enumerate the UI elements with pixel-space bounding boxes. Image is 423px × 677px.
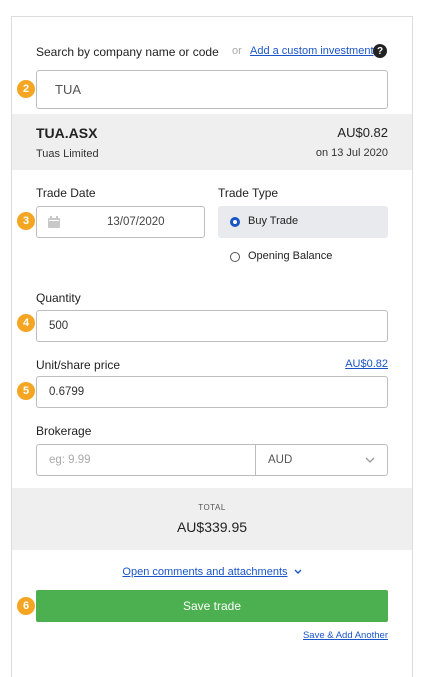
security-name: Tuas Limited xyxy=(36,148,99,160)
quantity-label: Quantity xyxy=(36,291,81,305)
quantity-input[interactable]: 500 xyxy=(36,310,388,342)
unit-price-input[interactable]: 0.6799 xyxy=(36,376,388,408)
trade-date-value: 13/07/2020 xyxy=(107,216,165,228)
calendar-icon xyxy=(48,216,60,228)
buy-trade-option[interactable]: Buy Trade xyxy=(218,206,388,238)
opening-balance-label: Opening Balance xyxy=(248,250,333,262)
opening-balance-option[interactable]: Opening Balance xyxy=(218,247,388,269)
step-4-badge: 4 xyxy=(17,314,35,332)
or-text: or xyxy=(232,45,242,57)
currency-select[interactable]: AUD xyxy=(255,444,388,476)
brokerage-label: Brokerage xyxy=(36,424,92,438)
save-trade-button[interactable]: Save trade xyxy=(36,590,388,622)
total-value: AU$339.95 xyxy=(176,519,248,535)
total-label: TOTAL xyxy=(198,503,226,512)
security-price-date: on 13 Jul 2020 xyxy=(315,147,388,159)
trade-date-label: Trade Date xyxy=(36,186,96,200)
market-price-link[interactable]: AU$0.82 xyxy=(345,358,388,370)
add-custom-investment-link[interactable]: Add a custom investment xyxy=(250,45,374,57)
chevron-down-icon xyxy=(294,566,302,578)
step-2-badge: 2 xyxy=(17,80,35,98)
buy-trade-label: Buy Trade xyxy=(248,215,299,227)
opening-balance-radio[interactable] xyxy=(230,252,240,262)
search-input[interactable]: TUA xyxy=(36,70,388,109)
save-and-add-another-link[interactable]: Save & Add Another xyxy=(303,630,388,641)
step-3-badge: 3 xyxy=(17,212,35,230)
security-code: TUA.ASX xyxy=(36,125,98,141)
buy-trade-radio[interactable] xyxy=(230,217,240,227)
open-comments-link[interactable]: Open comments and attachments xyxy=(122,566,287,578)
security-price: AU$0.82 xyxy=(337,125,388,140)
help-icon[interactable]: ? xyxy=(373,44,387,58)
security-info-band: TUA.ASX Tuas Limited AU$0.82 on 13 Jul 2… xyxy=(12,114,412,170)
trade-date-input[interactable]: 13/07/2020 xyxy=(36,206,205,238)
step-5-badge: 5 xyxy=(17,382,35,400)
chevron-down-icon xyxy=(365,455,375,467)
currency-value: AUD xyxy=(268,454,293,466)
comments-row: Open comments and attachments xyxy=(12,566,412,578)
brokerage-input[interactable]: eg: 9.99 xyxy=(36,444,256,476)
search-label: Search by company name or code xyxy=(36,45,219,59)
unit-price-label: Unit/share price xyxy=(36,358,121,372)
add-trade-panel: Search by company name or code or Add a … xyxy=(11,16,413,677)
total-band: TOTAL AU$339.95 xyxy=(12,488,412,550)
step-6-badge: 6 xyxy=(17,597,35,615)
trade-type-label: Trade Type xyxy=(218,186,279,200)
